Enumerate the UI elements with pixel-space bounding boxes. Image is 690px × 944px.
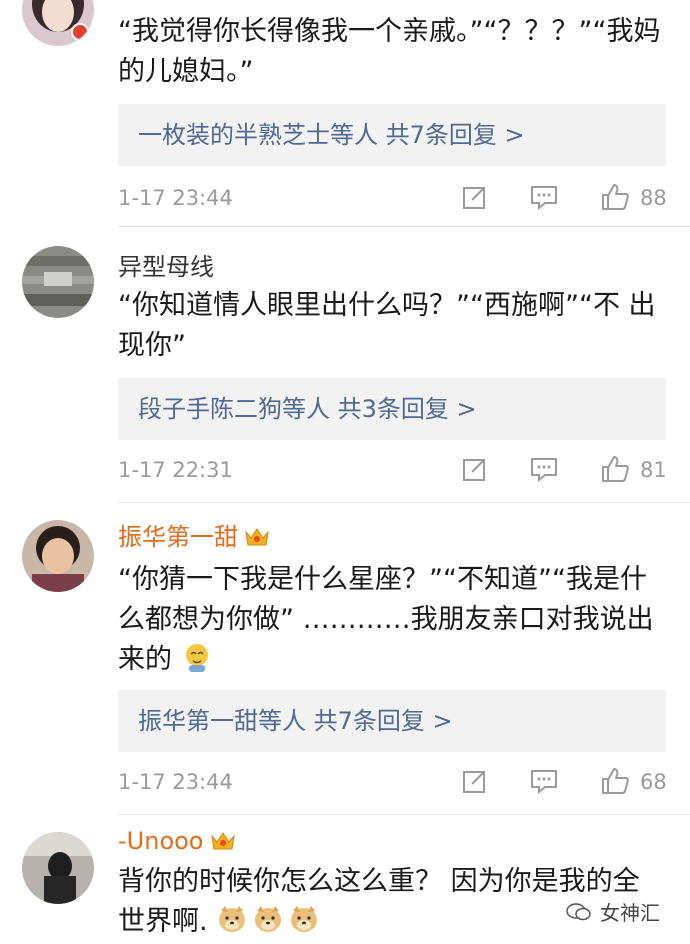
- username[interactable]: 振华第一甜: [118, 522, 270, 552]
- divider: [118, 502, 690, 503]
- comment-text: “你猜一下我是什么星座？”“不知道”“我是什么都想为你做” …………我朋友亲口对…: [118, 560, 663, 680]
- watermark-label: 女神汇: [600, 901, 660, 925]
- avatar-image: [22, 0, 94, 46]
- like-count: 81: [640, 458, 667, 482]
- comment-text: “我觉得你长得像我一个亲戚。”“？？？”“我妈的儿媳妇。”: [118, 16, 661, 87]
- crown-badge-icon: [210, 832, 235, 850]
- reply-summary-link[interactable]: 一枚装的半熟芝士等人 共7条回复 >: [118, 104, 666, 166]
- doge-emoji-icon: [219, 906, 246, 932]
- comment-meta: 1-17 23:44 88: [118, 180, 667, 216]
- avatar-image: [22, 832, 94, 904]
- share-icon[interactable]: [462, 768, 488, 794]
- doge-emoji-icon: [255, 906, 282, 932]
- comment-time: 1-17 23:44: [118, 770, 233, 794]
- username-text[interactable]: -Unooo: [118, 827, 204, 855]
- comment-time: 1-17 22:31: [118, 458, 233, 482]
- comment-time: 1-17 23:44: [118, 186, 233, 210]
- comment-meta: 1-17 22:31 81: [118, 452, 667, 488]
- comment-icon[interactable]: [530, 184, 558, 210]
- share-icon[interactable]: [462, 184, 488, 210]
- comment-icon[interactable]: [530, 456, 558, 482]
- divider: [118, 814, 690, 815]
- comment-meta: 1-17 23:44 68: [118, 764, 667, 800]
- watermark: 女神汇: [562, 895, 664, 928]
- username[interactable]: -Unooo: [118, 826, 236, 856]
- username[interactable]: 异型母线: [118, 252, 214, 282]
- like-count: 88: [640, 186, 667, 210]
- reply-summary-link[interactable]: 段子手陈二狗等人 共3条回复 >: [118, 378, 666, 440]
- avatar[interactable]: [22, 0, 94, 46]
- avatar[interactable]: [22, 246, 94, 318]
- crying-emoji-icon: [185, 644, 208, 672]
- avatar-image: [22, 246, 94, 318]
- reply-summary-link[interactable]: 振华第一甜等人 共7条回复 >: [118, 690, 666, 752]
- like-count: 68: [640, 770, 667, 794]
- doge-emoji-icon: [291, 906, 318, 932]
- comment-text: “你知道情人眼里出什么吗？”“西施啊”“不 出现你”: [118, 290, 656, 361]
- comment-icon[interactable]: [530, 768, 558, 794]
- username-text[interactable]: 振华第一甜: [118, 523, 238, 551]
- avatar-image: [22, 520, 94, 592]
- share-icon[interactable]: [462, 456, 488, 482]
- wechat-icon: [566, 902, 591, 920]
- thumbs-up-icon[interactable]: [600, 766, 630, 796]
- crown-badge-icon: [245, 528, 269, 546]
- thumbs-up-icon[interactable]: [600, 454, 630, 484]
- thumbs-up-icon[interactable]: [600, 182, 630, 212]
- avatar[interactable]: [22, 520, 94, 592]
- divider: [118, 226, 690, 227]
- avatar[interactable]: [22, 832, 94, 904]
